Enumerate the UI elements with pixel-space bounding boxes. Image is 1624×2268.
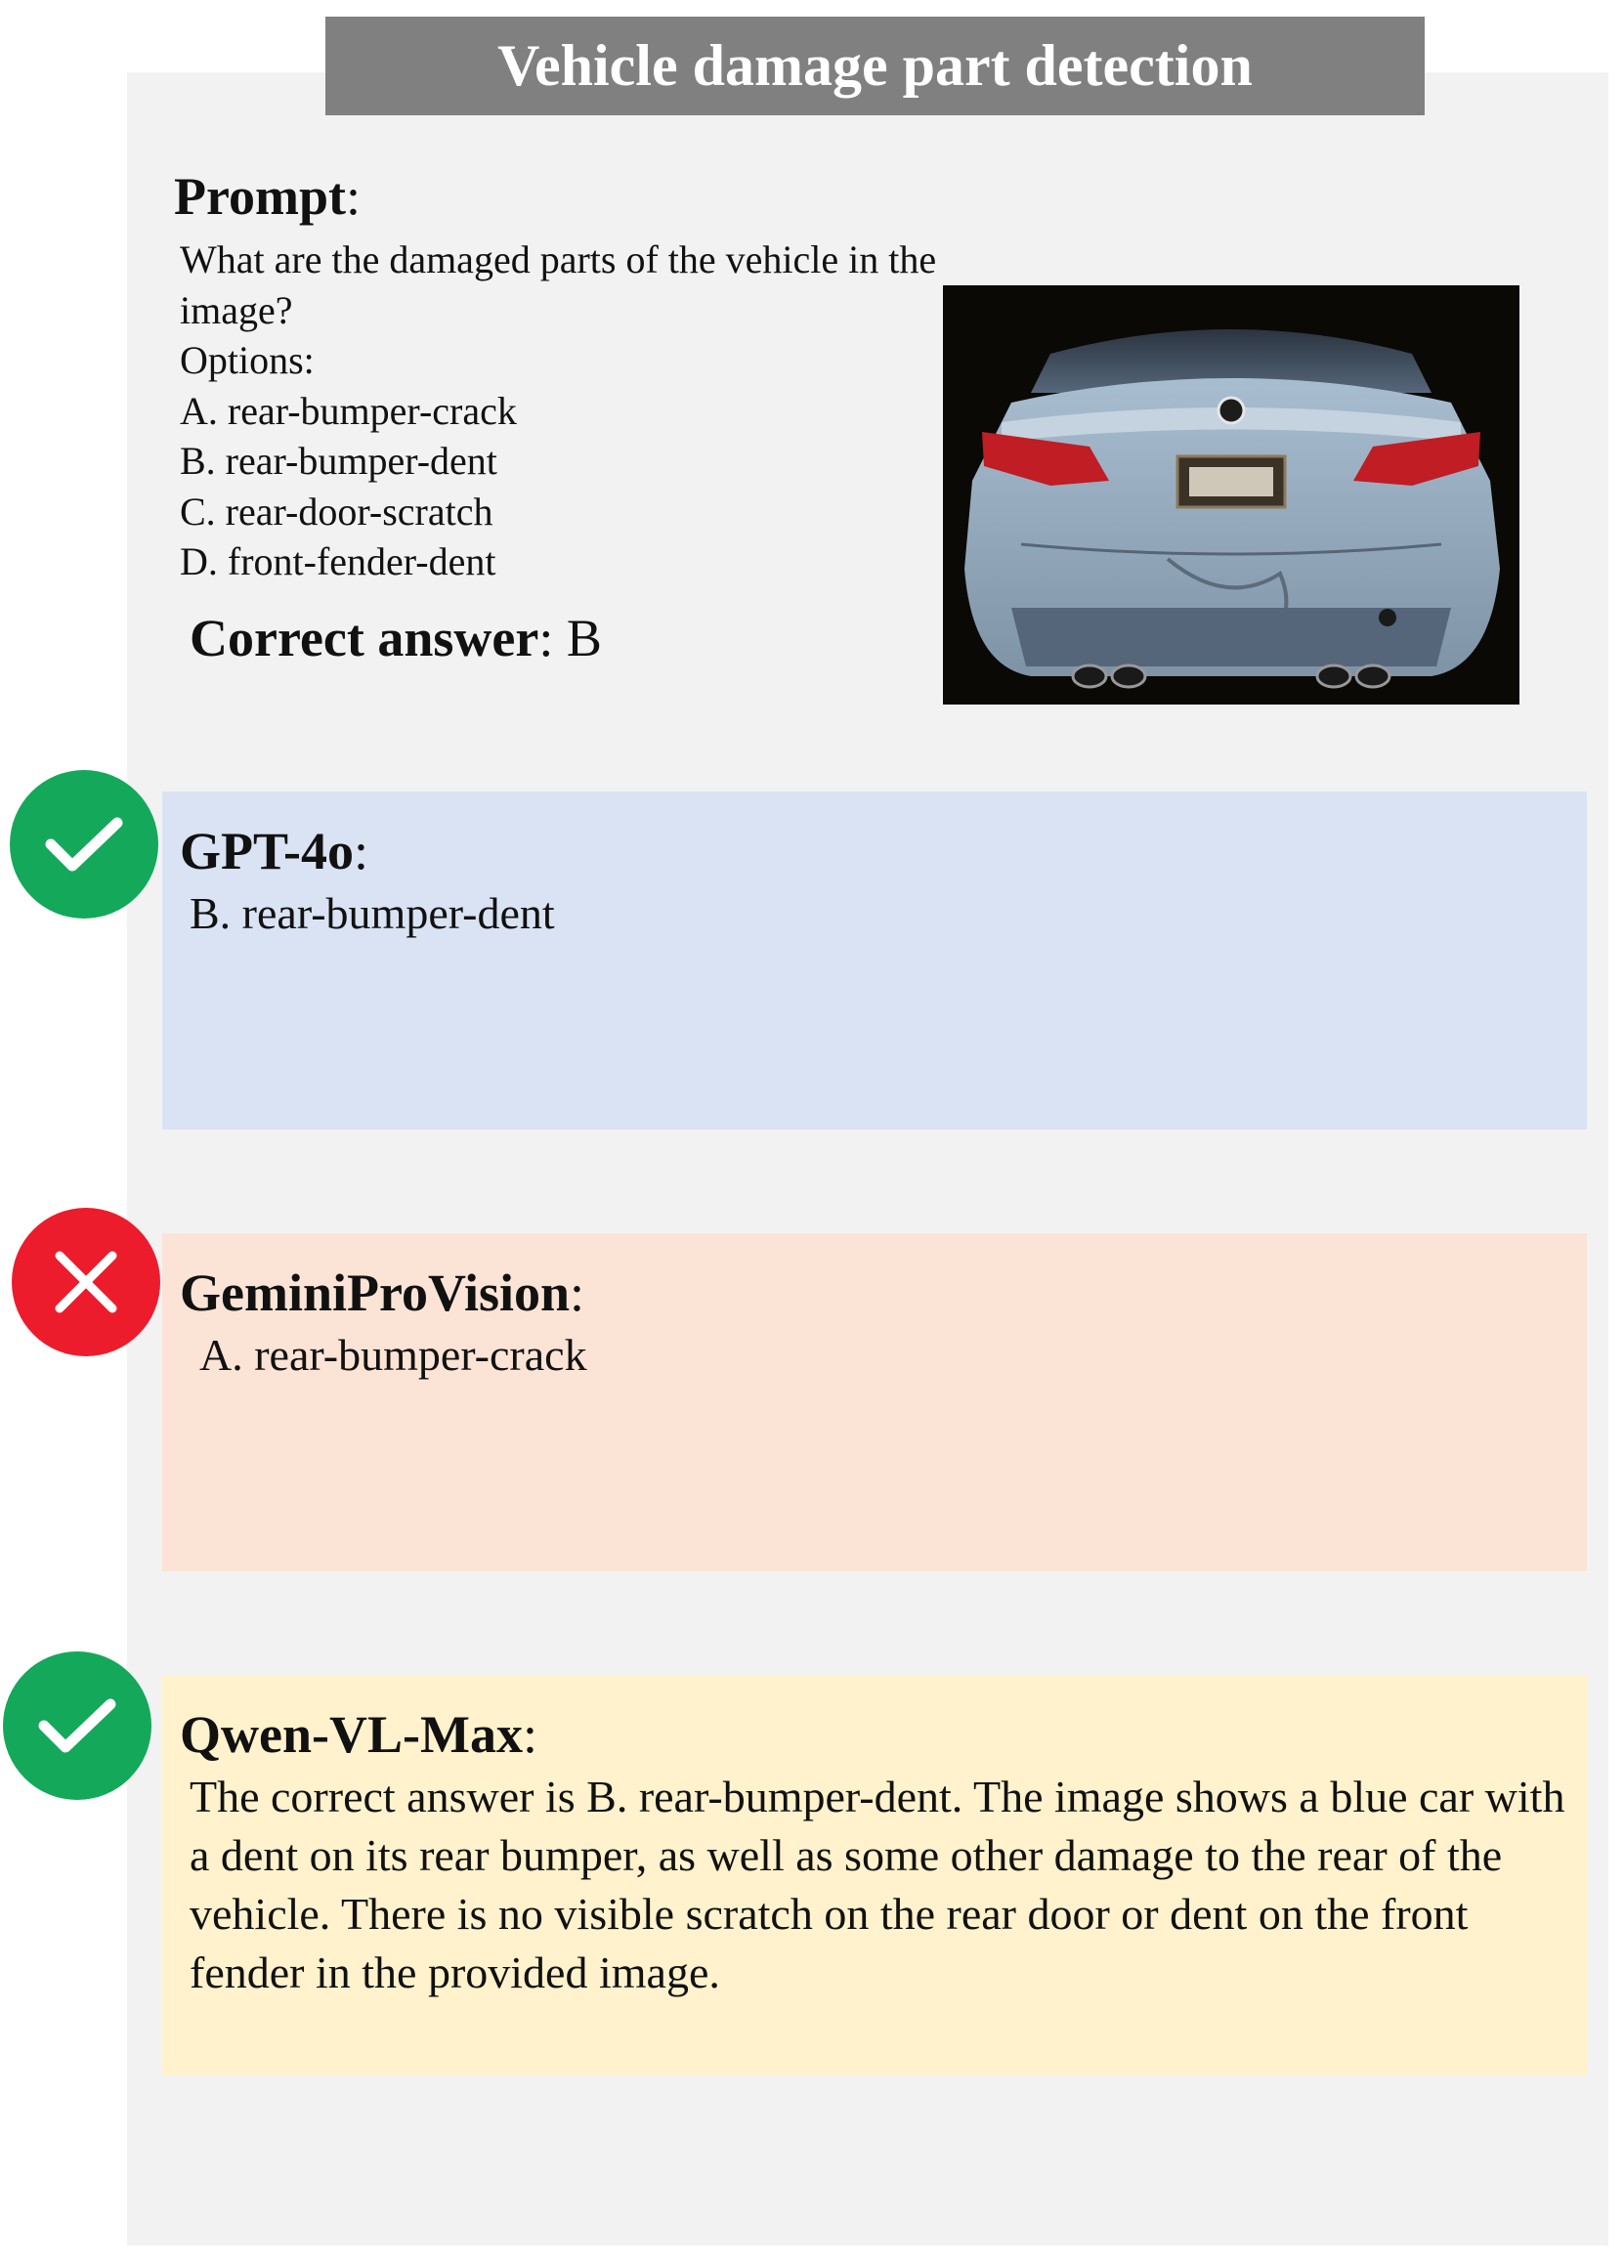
check-icon [38, 1698, 116, 1753]
question-line: What are the damaged parts of the vehicl… [180, 237, 937, 281]
options-label: Options: [180, 338, 315, 382]
prompt-heading: Prompt: [174, 167, 361, 226]
option-b: B. rear-bumper-dent [180, 439, 497, 483]
incorrect-badge [12, 1208, 160, 1356]
model-name: GeminiProVision: [180, 1263, 585, 1322]
response-card-qwen: Qwen-VL-Max: The correct answer is B. re… [162, 1675, 1587, 2075]
response-card-gemini: GeminiProVision: A. rear-bumper-crack [162, 1233, 1587, 1571]
correct-badge [10, 770, 158, 919]
car-illustration [943, 285, 1519, 705]
correct-answer-value: B [566, 609, 602, 667]
question-line: image? [180, 287, 293, 332]
option-a: A. rear-bumper-crack [180, 388, 517, 433]
correct-answer: Correct answer: B [190, 609, 602, 667]
page-title: Vehicle damage part detection [325, 17, 1425, 115]
option-c: C. rear-door-scratch [180, 489, 493, 534]
option-d: D. front-fender-dent [180, 539, 496, 583]
correct-badge [3, 1651, 151, 1800]
check-icon [45, 817, 123, 872]
cross-icon [55, 1251, 117, 1313]
response-card-gpt4o: GPT-4o: B. rear-bumper-dent [162, 792, 1587, 1130]
model-name: Qwen-VL-Max: [180, 1705, 537, 1764]
car-rear-photo [943, 285, 1519, 705]
model-answer: B. rear-bumper-dent [190, 888, 555, 938]
model-answer: A. rear-bumper-crack [199, 1330, 587, 1380]
prompt-text: What are the damaged parts of the vehicl… [180, 235, 936, 587]
model-answer: The correct answer is B. rear-bumper-den… [190, 1772, 1565, 1997]
model-name: GPT-4o: [180, 822, 369, 880]
